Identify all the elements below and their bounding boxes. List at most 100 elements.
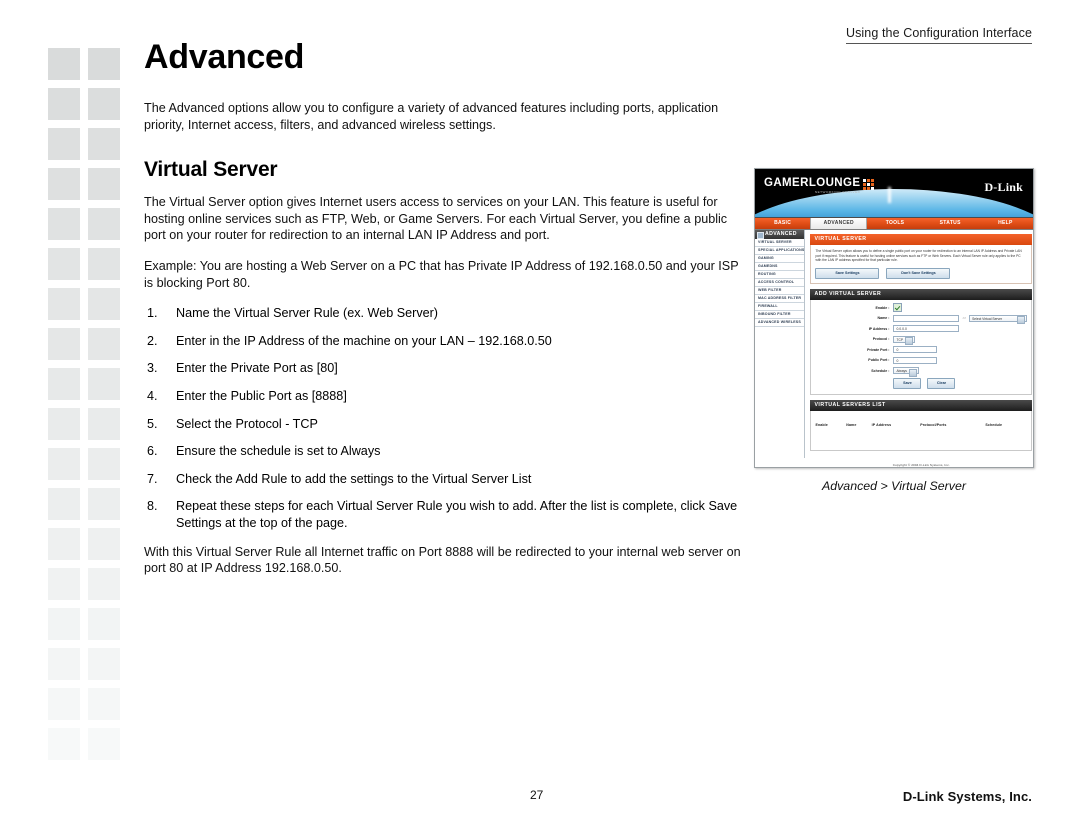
logo-dot-matrix-icon bbox=[863, 179, 875, 190]
protocol-dropdown[interactable]: TCP bbox=[893, 335, 916, 346]
steps-list: 1. Name the Virtual Server Rule (ex. Web … bbox=[144, 305, 744, 531]
closing-paragraph: With this Virtual Server Rule all Intern… bbox=[144, 544, 741, 576]
panel-add-virtual-server: ADD VIRTUAL SERVER Enable : Name : << Se… bbox=[810, 288, 1033, 395]
figure-router-screenshot: GAMERLOUNGE NETWORKING EVOLVED D-Link BA… bbox=[754, 168, 1034, 493]
sidebar-item-mac-address-filter[interactable]: MAC ADDRESS FILTER bbox=[755, 295, 805, 303]
figure-caption: Advanced > Virtual Server bbox=[821, 479, 967, 493]
step-item: 7. Check the Add Rule to add the settings… bbox=[144, 471, 744, 488]
panel-virtual-servers-list-body: Enable Name IP Address Protocol/Ports Schedu… bbox=[810, 410, 1033, 451]
step-item: 2. Enter in the IP Address of the machine… bbox=[144, 333, 744, 350]
decorative-square bbox=[88, 408, 120, 440]
save-settings-button[interactable]: Save Settings bbox=[815, 267, 880, 279]
decorative-square bbox=[48, 128, 80, 160]
router-tab-basic[interactable]: BASIC bbox=[755, 218, 810, 229]
gamerlounge-logo: GAMERLOUNGE NETWORKING EVOLVED bbox=[764, 177, 875, 194]
field-row-private-port: Private Port : 0 bbox=[815, 346, 1027, 354]
step-number: 1. bbox=[147, 306, 158, 321]
step-item: 8. Repeat these steps for each Virtual Se… bbox=[144, 498, 744, 531]
router-nav-tabs: BASIC ADVANCED TOOLS STATUS HELP bbox=[755, 217, 1033, 230]
step-number: 8. bbox=[147, 499, 158, 514]
gamerlounge-wordmark: GAMERLOUNGE bbox=[764, 177, 860, 189]
step-number: 7. bbox=[147, 471, 158, 486]
decorative-square bbox=[48, 488, 80, 520]
name-or-hint: << bbox=[962, 316, 967, 321]
brand-tagline: NETWORKING EVOLVED bbox=[814, 190, 861, 194]
sidebar-item-inbound-filter[interactable]: INBOUND FILTER bbox=[755, 311, 805, 319]
section-title: Virtual Server bbox=[144, 158, 278, 182]
column-header: Protocol/Ports bbox=[920, 422, 947, 427]
decorative-square bbox=[88, 328, 120, 360]
decorative-square bbox=[48, 728, 80, 760]
router-body: ADVANCED VIRTUAL SERVER SPECIAL APPLICATI… bbox=[755, 230, 1033, 467]
sidebar-item-advanced-wireless[interactable]: ADVANCED WIRELESS bbox=[755, 319, 805, 327]
enable-checkbox[interactable] bbox=[893, 303, 903, 313]
save-rule-button[interactable]: Save bbox=[893, 377, 922, 389]
step-number: 6. bbox=[147, 444, 158, 459]
decorative-square bbox=[88, 88, 120, 120]
main-text-column: Advanced The Advanced options allow you … bbox=[144, 40, 744, 591]
decorative-square bbox=[88, 488, 120, 520]
router-sidebar: ADVANCED VIRTUAL SERVER SPECIAL APPLICATI… bbox=[755, 230, 806, 458]
running-header: Using the Configuration Interface bbox=[845, 26, 1032, 44]
brand-primary: GAMER bbox=[764, 177, 809, 189]
decorative-square bbox=[88, 168, 120, 200]
sidebar-item-firewall[interactable]: FIREWALL bbox=[755, 303, 805, 311]
decorative-square bbox=[48, 688, 80, 720]
sidebar-item-gaming[interactable]: GAMING bbox=[755, 255, 805, 263]
private-port-input[interactable]: 0 bbox=[893, 346, 938, 354]
step-item: 5. Select the Protocol - TCP bbox=[144, 416, 744, 433]
panel-virtual-server: VIRTUAL SERVER The Virtual Server option… bbox=[810, 234, 1033, 284]
label-protocol: Protocol : bbox=[872, 337, 890, 342]
dlink-logo: D-Link bbox=[984, 180, 1023, 194]
sidebar-menu: VIRTUAL SERVER SPECIAL APPLICATIONS GAMING… bbox=[755, 239, 805, 327]
decorative-square bbox=[88, 368, 120, 400]
decorative-square bbox=[48, 248, 80, 280]
decorative-square bbox=[88, 448, 120, 480]
decorative-square bbox=[88, 128, 120, 160]
router-tab-advanced[interactable]: ADVANCED bbox=[810, 218, 868, 229]
footer-brand: D-Link Systems, Inc. bbox=[902, 789, 1032, 804]
label-enable: Enable : bbox=[875, 305, 890, 310]
sidebar-item-access-control[interactable]: ACCESS CONTROL bbox=[755, 279, 805, 287]
decorative-square bbox=[48, 368, 80, 400]
router-tab-tools[interactable]: TOOLS bbox=[867, 218, 922, 229]
field-row-public-port: Public Port : 0 bbox=[815, 356, 1027, 364]
step-number: 2. bbox=[147, 333, 158, 348]
decorative-square bbox=[88, 48, 120, 80]
clear-rule-button[interactable]: Clear bbox=[927, 377, 956, 389]
public-port-input[interactable]: 0 bbox=[893, 356, 938, 364]
sidebar-item-routing[interactable]: ROUTING bbox=[755, 271, 805, 279]
select-virtual-server-dropdown[interactable]: Select Virtual Server bbox=[969, 314, 1028, 325]
step-item: 6. Ensure the schedule is set to Always bbox=[144, 443, 744, 460]
decorative-square bbox=[88, 568, 120, 600]
step-item: 4. Enter the Public Port as [8888] bbox=[144, 388, 744, 405]
column-header: Name bbox=[846, 422, 857, 427]
ip-address-input[interactable]: 0.0.0.0 bbox=[893, 325, 960, 333]
panel-virtual-server-title: VIRTUAL SERVER bbox=[810, 234, 1033, 245]
label-name: Name : bbox=[877, 316, 890, 321]
decorative-square bbox=[48, 648, 80, 680]
step-text: Name the Virtual Server Rule (ex. Web Se… bbox=[176, 306, 439, 321]
sidebar-item-special-applications[interactable]: SPECIAL APPLICATIONS bbox=[755, 247, 805, 255]
router-admin-ui: GAMERLOUNGE NETWORKING EVOLVED D-Link BA… bbox=[754, 168, 1034, 468]
router-banner: GAMERLOUNGE NETWORKING EVOLVED D-Link bbox=[755, 169, 1033, 217]
sidebar-item-virtual-server[interactable]: VIRTUAL SERVER bbox=[755, 239, 805, 247]
panel-add-virtual-server-title: ADD VIRTUAL SERVER bbox=[810, 288, 1033, 300]
router-tab-status[interactable]: STATUS bbox=[923, 218, 978, 229]
table-body bbox=[815, 430, 1027, 446]
decorative-square bbox=[48, 168, 80, 200]
panel-virtual-server-body: The Virtual Server option allows you to … bbox=[810, 245, 1033, 284]
router-tab-help[interactable]: HELP bbox=[978, 218, 1033, 229]
dont-save-settings-button[interactable]: Don't Save Settings bbox=[886, 267, 951, 279]
decorative-square bbox=[48, 608, 80, 640]
name-input[interactable] bbox=[893, 314, 960, 322]
decorative-square bbox=[88, 248, 120, 280]
decorative-square bbox=[88, 208, 120, 240]
schedule-dropdown[interactable]: Always bbox=[893, 367, 920, 377]
sidebar-item-gamedns[interactable]: GAMEDNS bbox=[755, 263, 805, 271]
decorative-square bbox=[88, 608, 120, 640]
field-row-name: Name : << Select Virtual Server bbox=[815, 314, 1028, 325]
table-header-row: Enable Name IP Address Protocol/Ports Schedu… bbox=[815, 423, 1027, 430]
panel-virtual-servers-list-title: VIRTUAL SERVERS LIST bbox=[810, 399, 1033, 411]
sidebar-item-web-filter[interactable]: WEB FILTER bbox=[755, 287, 805, 295]
